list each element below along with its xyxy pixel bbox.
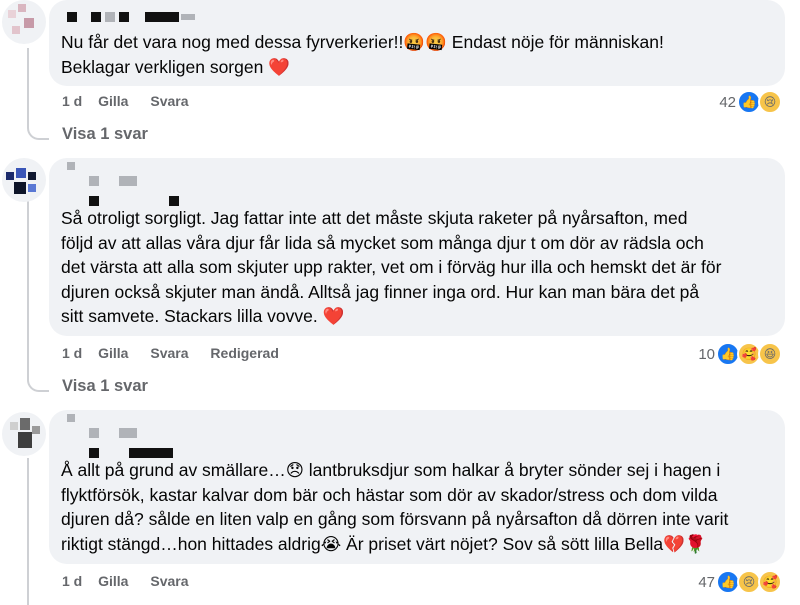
comment-text-line: sitt samvete. Stackars lilla vovve. ❤️ bbox=[61, 306, 345, 326]
comment-actions: 1 d Gilla Svara bbox=[62, 573, 207, 589]
comment-text-line: följd av att allas våra djur får lida så… bbox=[61, 233, 704, 253]
comment-text-line: Beklagar verkligen sorgen ❤️ bbox=[61, 57, 290, 77]
comment-text-line: Å allt på grund av smällare…😞 lantbruksd… bbox=[61, 460, 721, 480]
avatar[interactable] bbox=[2, 158, 46, 202]
timestamp[interactable]: 1 d bbox=[62, 93, 82, 109]
comment-actions: 1 d Gilla Svara Redigerad bbox=[62, 345, 297, 361]
show-replies-link[interactable]: Visa 1 svar bbox=[62, 125, 148, 144]
reaction-count: 10 bbox=[698, 345, 715, 363]
comment-actions: 1 d Gilla Svara bbox=[62, 93, 207, 109]
comment-text-line: djuren då? sålde en liten valp en gång s… bbox=[61, 509, 729, 529]
avatar[interactable] bbox=[2, 412, 46, 456]
haha-icon: 😆 bbox=[758, 342, 782, 366]
sad-icon: 😢 bbox=[758, 90, 782, 114]
like-button[interactable]: Gilla bbox=[98, 345, 128, 361]
reply-button[interactable]: Svara bbox=[150, 345, 188, 361]
comment-text-line: djuren också skjuter man ändå. Alltså ja… bbox=[61, 282, 700, 302]
reaction-summary[interactable]: 10 👍 🥰 😆 bbox=[698, 342, 782, 366]
reaction-summary[interactable]: 47 👍 😢 🥰 bbox=[698, 570, 782, 594]
comment-bubble: Nu får det vara nog med dessa fyrverkeri… bbox=[49, 0, 785, 86]
comment-bubble: Så otroligt sorgligt. Jag fattar inte at… bbox=[49, 158, 785, 336]
comment-text-line: Nu får det vara nog med dessa fyrverkeri… bbox=[61, 32, 664, 52]
avatar[interactable] bbox=[2, 0, 46, 44]
comment-text-line: flyktförsök, kastar kalvar dom bär och h… bbox=[61, 485, 718, 505]
care-icon: 🥰 bbox=[758, 570, 782, 594]
reply-button[interactable]: Svara bbox=[150, 93, 188, 109]
like-button[interactable]: Gilla bbox=[98, 93, 128, 109]
comment-text-line: det värsta att alla som skjuter upp rakt… bbox=[61, 257, 722, 277]
thread-line bbox=[27, 200, 29, 380]
thread-connector bbox=[27, 376, 49, 392]
timestamp[interactable]: 1 d bbox=[62, 573, 82, 589]
comment-text-line: Så otroligt sorgligt. Jag fattar inte at… bbox=[61, 208, 688, 228]
reaction-count: 42 bbox=[719, 93, 736, 111]
comment-text-line: riktigt stängd…hon hittades aldrig😭 Är p… bbox=[61, 534, 707, 554]
reply-button[interactable]: Svara bbox=[150, 573, 188, 589]
thread-connector bbox=[27, 124, 49, 140]
thread-line bbox=[27, 458, 29, 605]
show-replies-link[interactable]: Visa 1 svar bbox=[62, 377, 148, 396]
comment-bubble: Å allt på grund av smällare…😞 lantbruksd… bbox=[49, 410, 785, 564]
reaction-summary[interactable]: 42 👍 😢 bbox=[719, 90, 782, 114]
edited-label[interactable]: Redigerad bbox=[210, 345, 278, 361]
like-button[interactable]: Gilla bbox=[98, 573, 128, 589]
timestamp[interactable]: 1 d bbox=[62, 345, 82, 361]
reaction-count: 47 bbox=[698, 573, 715, 591]
thread-line bbox=[27, 48, 29, 128]
